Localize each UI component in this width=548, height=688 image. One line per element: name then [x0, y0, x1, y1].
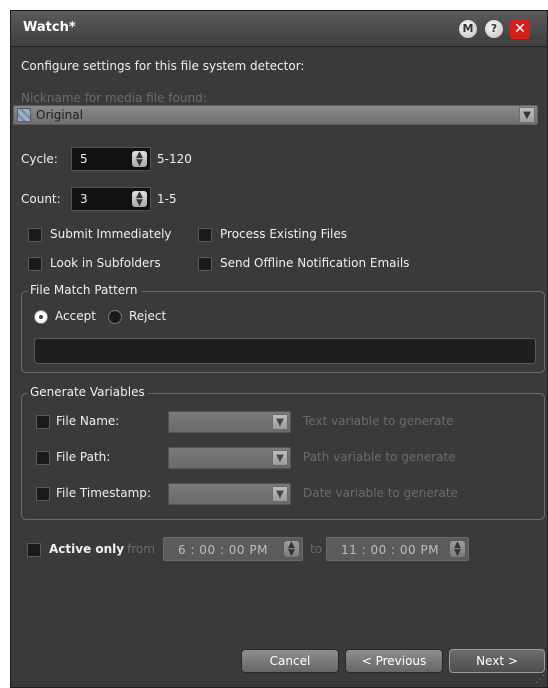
spin-arrows-icon[interactable]: ▲ ▼	[450, 541, 465, 558]
accept-radio[interactable]	[34, 310, 48, 324]
file-path-label: File Path:	[56, 450, 111, 464]
help-button[interactable]: ?	[485, 20, 503, 38]
cancel-button[interactable]: Cancel	[241, 649, 339, 673]
active-only-checkbox[interactable]	[27, 543, 41, 557]
file-match-group: File Match Pattern Accept Reject	[21, 283, 545, 373]
cycle-label: Cycle:	[21, 152, 58, 166]
pattern-input[interactable]	[34, 338, 536, 364]
nickname-label: Nickname for media file found:	[21, 91, 207, 105]
from-time-value: 6 : 00 : 00 PM	[178, 543, 268, 557]
resize-grip-icon[interactable]: ⋰	[535, 674, 545, 685]
file-timestamp-combo[interactable]: ▼	[168, 483, 291, 505]
look-in-subfolders-checkbox[interactable]	[28, 257, 42, 271]
look-in-subfolders-label: Look in Subfolders	[50, 256, 161, 270]
chevron-down-icon[interactable]: ▼	[272, 414, 288, 430]
reject-label: Reject	[129, 309, 167, 323]
file-name-label: File Name:	[56, 414, 120, 428]
cycle-range: 5-120	[157, 152, 192, 166]
intro-text: Configure settings for this file system …	[21, 59, 305, 73]
active-only-label: Active only	[49, 542, 125, 556]
to-time-value: 11 : 00 : 00 PM	[341, 543, 440, 557]
process-existing-checkbox[interactable]	[198, 228, 212, 242]
from-time-input[interactable]: 6 : 00 : 00 PM ▲ ▼	[163, 537, 303, 561]
file-path-checkbox[interactable]	[36, 451, 50, 465]
count-spinbox[interactable]: 3 ▲ ▼	[71, 187, 151, 211]
spin-arrows-icon[interactable]: ▲ ▼	[284, 541, 299, 558]
file-name-combo[interactable]: ▼	[168, 411, 291, 433]
chevron-down-icon[interactable]: ▼	[519, 107, 535, 123]
window-title: Watch*	[23, 20, 76, 35]
submit-immediately-checkbox[interactable]	[28, 228, 42, 242]
spin-arrows-icon[interactable]: ▲ ▼	[132, 151, 147, 168]
chevron-down-icon[interactable]: ▼	[272, 486, 288, 502]
file-path-placeholder: Path variable to generate	[303, 450, 456, 464]
nickname-value: Original	[36, 108, 83, 122]
file-name-checkbox[interactable]	[36, 415, 50, 429]
send-offline-checkbox[interactable]	[198, 257, 212, 271]
from-label: from	[127, 542, 155, 556]
media-icon	[17, 108, 31, 122]
count-value: 3	[80, 192, 88, 206]
generate-variables-group: Generate Variables File Name: ▼ Text var…	[21, 385, 545, 520]
accept-label: Accept	[55, 309, 96, 323]
cycle-spinbox[interactable]: 5 ▲ ▼	[71, 147, 151, 171]
to-label: to	[310, 542, 323, 556]
chevron-down-icon[interactable]: ▼	[272, 450, 288, 466]
m-button[interactable]: M	[459, 20, 477, 38]
file-timestamp-label: File Timestamp:	[56, 486, 151, 500]
file-timestamp-placeholder: Date variable to generate	[303, 486, 458, 500]
close-button[interactable]: ✕	[510, 19, 530, 39]
nickname-dropdown[interactable]: Original ▼	[13, 105, 538, 125]
file-path-combo[interactable]: ▼	[168, 447, 291, 469]
file-name-placeholder: Text variable to generate	[303, 414, 454, 428]
file-timestamp-checkbox[interactable]	[36, 487, 50, 501]
process-existing-label: Process Existing Files	[220, 227, 348, 241]
generate-variables-legend: Generate Variables	[27, 385, 148, 399]
next-button[interactable]: Next >	[449, 649, 545, 673]
count-range: 1-5	[157, 192, 177, 206]
reject-radio[interactable]	[108, 310, 122, 324]
title-bar[interactable]: Watch* M ? ✕	[11, 11, 547, 47]
watch-dialog: Watch* M ? ✕ Configure settings for this…	[10, 10, 548, 688]
count-label: Count:	[21, 192, 61, 206]
file-match-legend: File Match Pattern	[27, 283, 141, 297]
to-time-input[interactable]: 11 : 00 : 00 PM ▲ ▼	[326, 537, 469, 561]
spin-arrows-icon[interactable]: ▲ ▼	[132, 191, 147, 208]
previous-button[interactable]: < Previous	[345, 649, 443, 673]
submit-immediately-label: Submit Immediately	[50, 227, 172, 241]
cycle-value: 5	[80, 152, 88, 166]
send-offline-label: Send Offline Notification Emails	[220, 256, 410, 270]
